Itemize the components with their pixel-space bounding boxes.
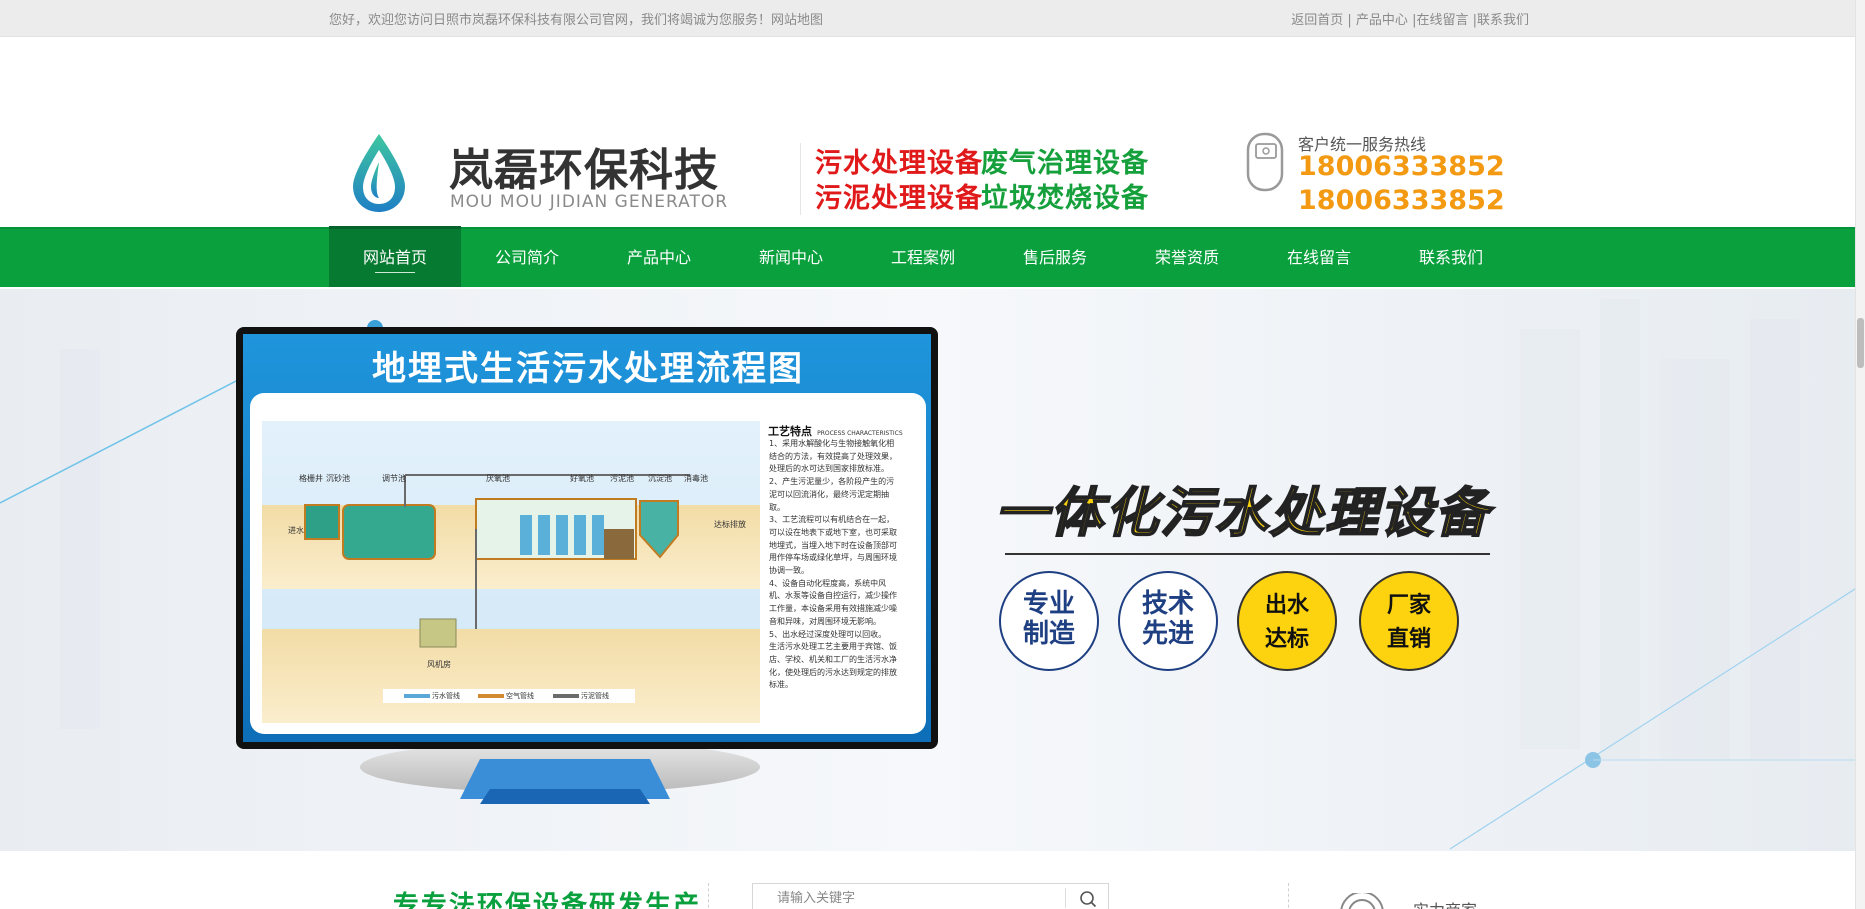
product-exhaust[interactable]: 废气治理设备 [981, 141, 1149, 180]
process-line: 4、设备自动化程度高，系统中风 [769, 578, 887, 588]
legend-label: 空气管线 [506, 692, 534, 700]
banner-headline: 一体化污水处理设备 [994, 482, 1490, 545]
process-line: 化，使处理后的污水达到规定的排放 [769, 667, 897, 677]
top-link-contact[interactable]: 联系我们 [1477, 13, 1529, 28]
diagram-label: 达标排放 [714, 520, 746, 529]
search-icon[interactable] [1073, 888, 1103, 909]
top-link-sep: | [1468, 13, 1477, 28]
top-link-home[interactable]: 返回首页 [1291, 13, 1343, 28]
process-line: 店、学校、机关和工厂的生活污水净 [769, 654, 897, 664]
water-drop-logo-icon[interactable] [349, 132, 409, 214]
diagram-label: 好氧池 [570, 474, 594, 483]
badge: 厂家 直销 [1359, 571, 1459, 671]
process-line: 取。 [769, 502, 785, 512]
main-nav: 网站首页 公司简介 产品中心 新闻中心 工程案例 售后服务 荣誉资质 在线留言 … [0, 226, 1855, 287]
process-line: 2、产生污泥量少，各阶段产生的污 [769, 477, 895, 487]
diagram-label: 沉砂池 [326, 474, 350, 483]
process-text: 1、采用水解酸化与生物接触氧化相 结合的方法，有效提高了处理效果， 处理后的水可… [769, 438, 919, 692]
search-input[interactable] [753, 884, 1063, 909]
diagram-label: 沉淀池 [648, 474, 672, 483]
diagram-label: 进水 [288, 526, 304, 535]
process-line: 1、采用水解酸化与生物接触氧化相 [769, 439, 895, 448]
diagram-label: 风机房 [427, 660, 451, 669]
process-line: 地埋式，当埋入地下时在设备顶部可 [769, 540, 897, 550]
process-line: 5、出水经过深度处理可以回收。 [769, 629, 887, 639]
process-title-en: PROCESS CHARACTERISTICS [817, 430, 903, 437]
scrollbar-thumb[interactable] [1857, 318, 1864, 368]
header-divider [800, 143, 801, 215]
nav-item-news[interactable]: 新闻中心 [725, 229, 857, 287]
process-line: 可以设在地表下或地下室，也可采取 [769, 527, 897, 537]
top-links: 返回首页 | 产品中心 |在线留言 |联系我们 [1291, 9, 1529, 28]
strength-label: 实力商家 [1413, 897, 1477, 909]
process-line: 结合的方法，有效提高了处理效果， [769, 451, 897, 461]
nav-item-message[interactable]: 在线留言 [1253, 229, 1385, 287]
nav-item-contact[interactable]: 联系我们 [1385, 229, 1517, 287]
badge: 技术 先进 [1118, 571, 1218, 671]
legend-label: 污泥管线 [581, 692, 609, 700]
process-line: 用作停车场或绿化草坪，与周围环境 [769, 553, 897, 563]
diagram-label: 厌氧池 [486, 474, 510, 483]
telephone-icon [1246, 132, 1284, 192]
process-line: 处理后的水可达到国家排放标准。 [769, 464, 889, 474]
process-line: 泥可以回流消化，最终污泥定期抽 [769, 489, 889, 499]
product-sludge[interactable]: 污泥处理设备 [815, 176, 983, 215]
nav-item-products[interactable]: 产品中心 [593, 229, 725, 287]
diagram-label: 消毒池 [684, 474, 708, 483]
badge-line: 厂家 [1386, 593, 1431, 618]
process-line: 工作量，本设备采用有效措施减少噪 [769, 604, 897, 614]
site-header: 岚磊环保科技 MOU MOU JIDIAN GENERATOR 污水处理设备 废… [0, 37, 1855, 225]
hero-banner[interactable]: 地埋式生活污水处理流程图 格栅井 沉砂池 调节池 厌氧池 好氧池 污泥池 沉淀池… [0, 289, 1855, 851]
badge-line: 技术 [1141, 589, 1194, 619]
search-box [752, 883, 1109, 909]
headline-underline [1005, 553, 1490, 555]
process-title: 工艺特点 [768, 425, 812, 438]
badge-icon [1340, 893, 1384, 909]
process-line: 音和异味，对周围环境无影响。 [769, 616, 881, 626]
diagram-label: 污泥池 [610, 474, 634, 483]
nav-item-home[interactable]: 网站首页 [329, 226, 461, 287]
badge-line: 先进 [1141, 619, 1194, 649]
dashed-divider [1288, 883, 1289, 909]
brand-english: MOU MOU JIDIAN GENERATOR [450, 192, 729, 212]
badge: 专业 制造 [999, 571, 1099, 671]
badge-line: 达标 [1264, 627, 1309, 652]
diagram-label: 格栅井 [299, 474, 323, 483]
process-line: 协调一致。 [769, 566, 809, 576]
badge: 出水 达标 [1237, 571, 1337, 671]
badge-line: 出水 [1264, 593, 1309, 618]
top-link-message[interactable]: 在线留言 [1416, 13, 1468, 28]
badge-line: 直销 [1386, 627, 1431, 652]
nav-item-service[interactable]: 售后服务 [989, 229, 1121, 287]
badge-line: 制造 [1022, 619, 1075, 649]
welcome-text: 您好，欢迎您访问日照市岚磊环保科技有限公司官网，我们将竭诚为您服务！网站地图 [329, 13, 824, 28]
nav-item-honors[interactable]: 荣誉资质 [1121, 229, 1253, 287]
nav-item-about[interactable]: 公司简介 [461, 229, 593, 287]
screen-title: 地埋式生活污水处理流程图 [372, 349, 804, 389]
top-link-sep: | [1343, 13, 1352, 28]
process-line: 机、水泵等设备自控运行，减少操作 [769, 591, 897, 601]
search-divider [1065, 888, 1066, 908]
diagram-label: 调节池 [382, 474, 406, 483]
brand-name[interactable]: 岚磊环保科技 [449, 134, 719, 198]
badge-line: 专业 [1022, 589, 1075, 619]
process-line: 3、工艺流程可以有机结合在一起， [769, 515, 895, 525]
page-scrollbar[interactable] [1855, 0, 1865, 909]
product-incineration[interactable]: 垃圾焚烧设备 [981, 176, 1149, 215]
product-sewage[interactable]: 污水处理设备 [815, 141, 983, 180]
legend-label: 污水管线 [432, 692, 460, 700]
process-line: 生活污水处理工艺主要用于宾馆、饭 [769, 642, 897, 652]
top-bar: 您好，欢迎您访问日照市岚磊环保科技有限公司官网，我们将竭诚为您服务！网站地图 返… [0, 0, 1865, 37]
section-title: 专专法环保设备研发生产 [393, 891, 702, 909]
top-link-products[interactable]: 产品中心 [1356, 13, 1408, 28]
process-heading: 工艺特点 PROCESS CHARACTERISTICS [768, 420, 903, 439]
nav-item-cases[interactable]: 工程案例 [857, 229, 989, 287]
hotline-number[interactable]: 18006333852 [1298, 151, 1505, 182]
dashed-divider [708, 883, 709, 909]
content-strip: 专专法环保设备研发生产 实力商家 [0, 851, 1855, 909]
process-line: 标准。 [769, 680, 793, 690]
hotline-number[interactable]: 18006333852 [1298, 185, 1505, 216]
